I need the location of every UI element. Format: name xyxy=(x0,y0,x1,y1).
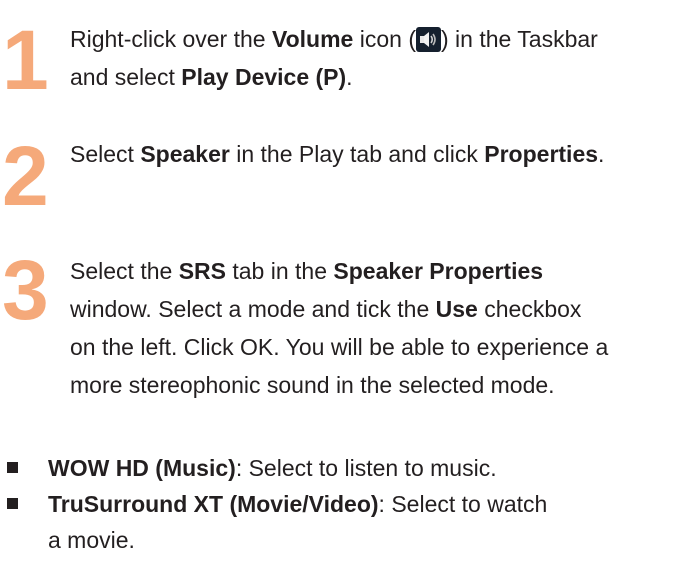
bullet-square-icon xyxy=(7,462,18,473)
step-2-line-1: Select Speaker in the Play tab and click… xyxy=(70,141,605,167)
step-3-line-1: Select the SRS tab in the Speaker Proper… xyxy=(70,258,544,284)
step-2-number: 2 xyxy=(2,129,49,223)
step-1-line-1: Right-click over the Volume icon ( ) in … xyxy=(70,26,598,52)
mode-item-trusurround-continuation: a movie. xyxy=(48,527,135,553)
step-1-line-2: and select Play Device (P). xyxy=(70,64,353,90)
step-1-number: 1 xyxy=(2,13,49,107)
step-3-line-4: more stereophonic sound in the selected … xyxy=(70,372,555,398)
step-3-line-3: on the left. Click OK. You will be able … xyxy=(70,334,609,360)
step-2-text: Select Speaker in the Play tab and click… xyxy=(70,135,697,173)
mode-item-wow-hd: WOW HD (Music): Select to listen to musi… xyxy=(0,450,697,486)
mode-item-trusurround: TruSurround XT (Movie/Video): Select to … xyxy=(0,486,697,522)
bullet-square-icon xyxy=(7,498,18,509)
mode-list: WOW HD (Music): Select to listen to musi… xyxy=(0,450,697,558)
step-3-number: 3 xyxy=(2,243,49,337)
step-3-text: Select the SRS tab in the Speaker Proper… xyxy=(70,252,697,404)
step-1-text: Right-click over the Volume icon ( ) in … xyxy=(70,20,697,96)
volume-icon xyxy=(415,27,441,52)
step-3-line-2: window. Select a mode and tick the Use c… xyxy=(70,296,582,322)
